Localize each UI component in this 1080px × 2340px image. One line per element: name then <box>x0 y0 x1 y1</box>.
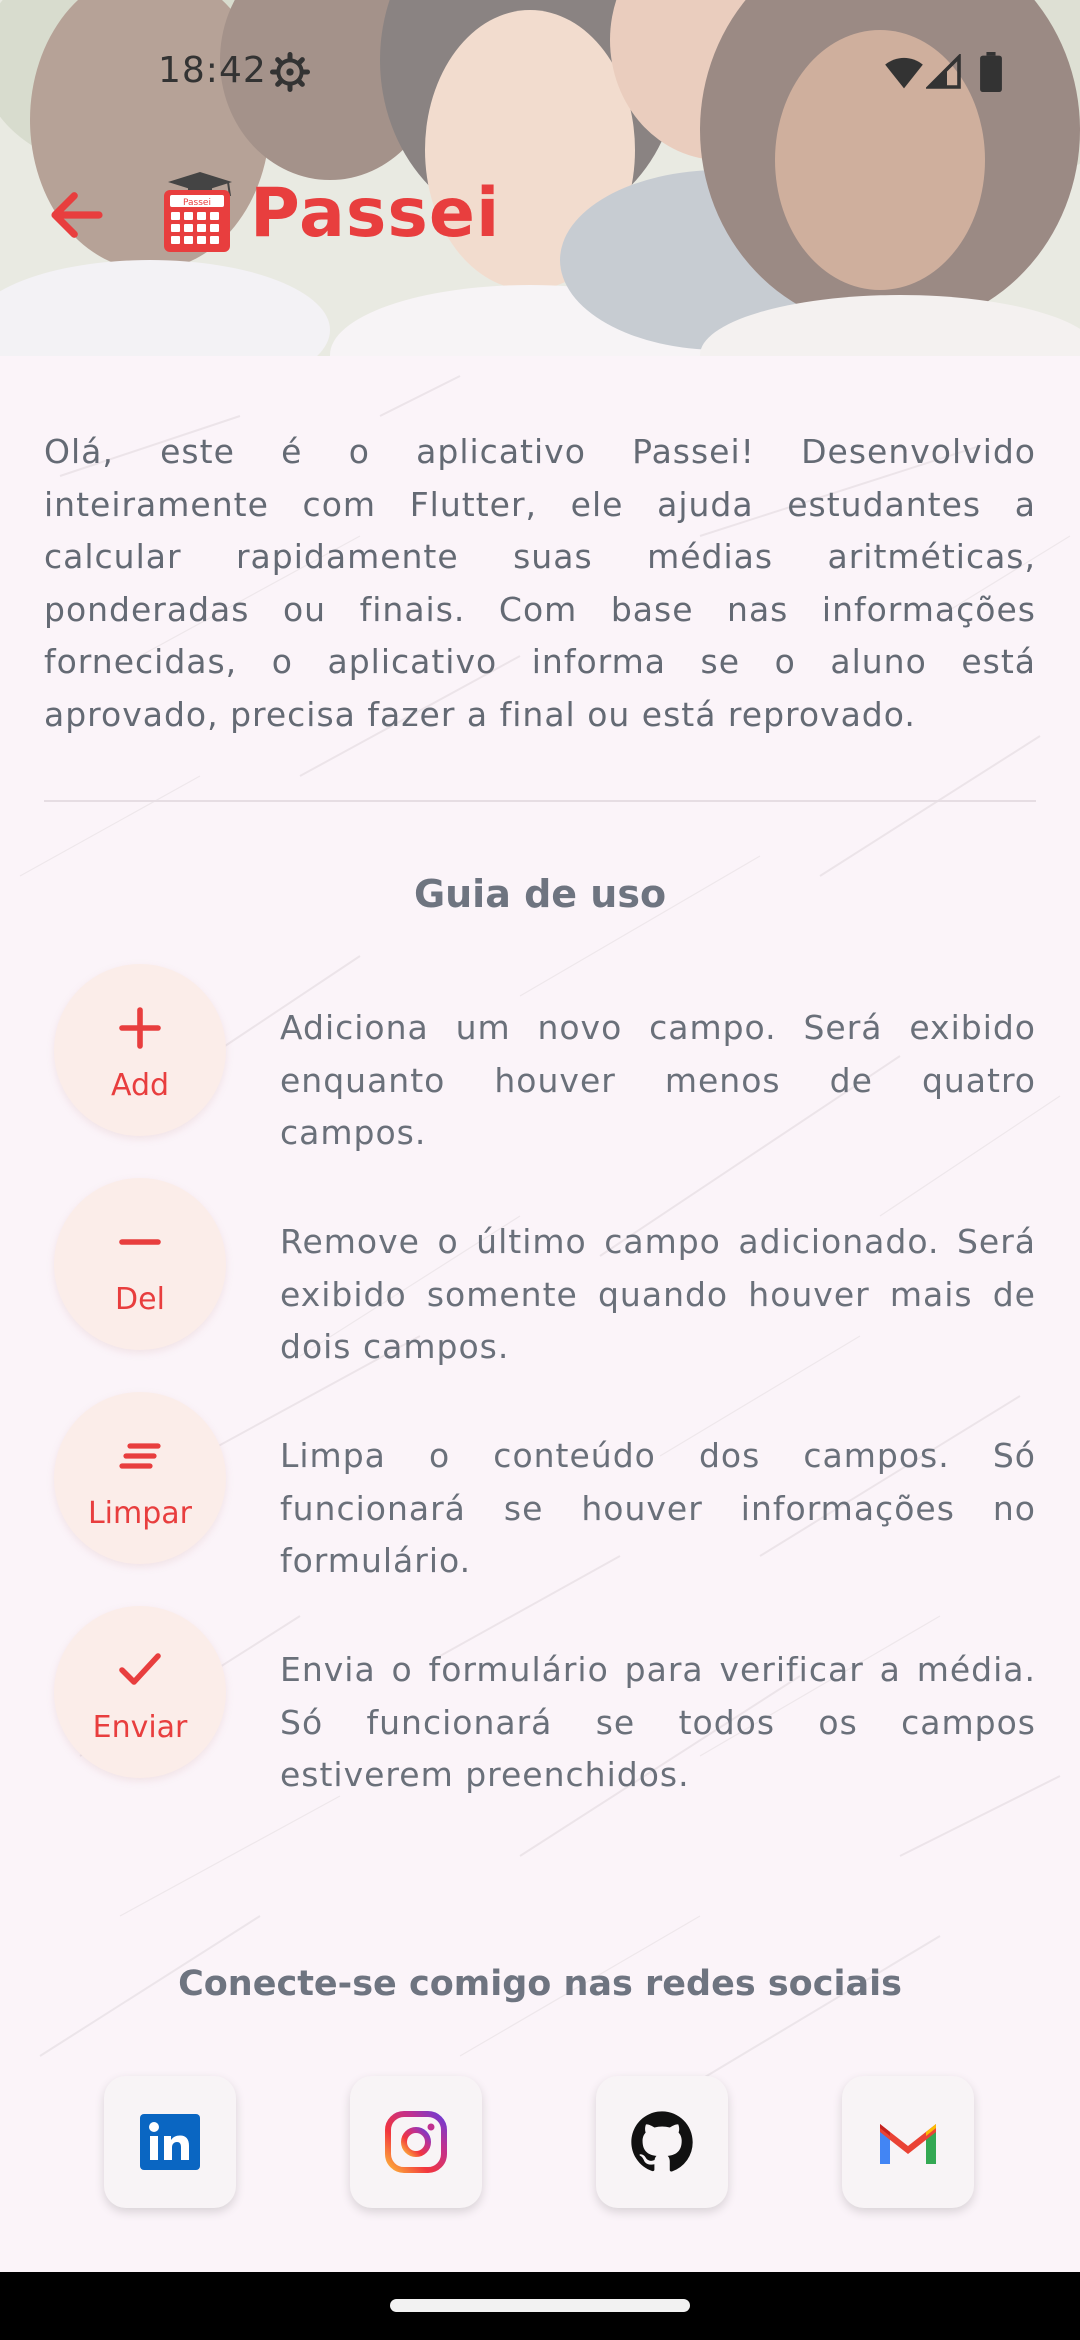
status-time: 18:42 <box>158 50 267 91</box>
cellular-signal-icon <box>926 54 961 89</box>
plus-icon <box>119 1007 161 1049</box>
settings-gear-icon <box>270 52 310 92</box>
arrow-back-icon[interactable] <box>44 182 110 248</box>
guide-item-add: Add Adiciona um novo campo. Será exibido… <box>0 964 1080 1152</box>
add-button-label: Add <box>110 1068 170 1103</box>
header-banner: 18:42 Passei Passei <box>0 0 1080 356</box>
check-icon <box>119 1653 161 1685</box>
app-title: Passei <box>250 174 501 253</box>
battery-icon <box>980 52 1002 92</box>
wifi-icon <box>885 57 923 89</box>
gmail-icon <box>880 2124 936 2164</box>
clear-button-label: Limpar <box>87 1496 193 1531</box>
github-icon <box>631 2111 693 2172</box>
guide-item-description: Adiciona um novo campo. Será exibido enq… <box>280 1008 1036 1152</box>
minus-icon <box>119 1239 161 1245</box>
instagram-button[interactable] <box>350 2076 482 2208</box>
status-bar: 18:42 <box>0 40 1080 104</box>
linkedin-icon <box>140 2114 200 2170</box>
guide-item-description: Remove o último campo adicionado. Será e… <box>280 1222 1036 1366</box>
guide-item-limpar: Limpar Limpa o conteúdo dos campos. Só f… <box>0 1392 1080 1580</box>
guide-item-enviar: Enviar Envia o formulário para verificar… <box>0 1606 1080 1794</box>
guide-item-description: Envia o formulário para verificar a médi… <box>280 1650 1036 1794</box>
guide-item-description: Limpa o conteúdo dos campos. Só funciona… <box>280 1436 1036 1580</box>
home-gesture-handle[interactable] <box>390 2299 690 2312</box>
linkedin-button[interactable] <box>104 2076 236 2208</box>
main-content: Olá, este é o aplicativo Passei! Desenvo… <box>0 356 1080 2272</box>
gmail-button[interactable] <box>842 2076 974 2208</box>
divider <box>44 800 1036 802</box>
github-button[interactable] <box>596 2076 728 2208</box>
submit-button-label: Enviar <box>92 1710 188 1745</box>
system-navigation-bar <box>0 2272 1080 2340</box>
instagram-icon <box>385 2111 447 2173</box>
guide-item-del: Del Remove o último campo adicionado. Se… <box>0 1178 1080 1366</box>
add-button[interactable]: Add <box>54 964 226 1136</box>
calculator-graduation-cap-icon: Passei <box>164 172 232 252</box>
guide-title: Guia de uso <box>413 872 667 916</box>
submit-button[interactable]: Enviar <box>54 1606 226 1778</box>
social-title: Conecte-se comigo nas redes sociais <box>178 1964 902 2004</box>
intro-paragraph: Olá, este é o aplicativo Passei! Desenvo… <box>44 432 1036 734</box>
delete-button[interactable]: Del <box>54 1178 226 1350</box>
clear-button[interactable]: Limpar <box>54 1392 226 1564</box>
logo-text: Passei <box>183 198 211 208</box>
delete-button-label: Del <box>115 1282 165 1317</box>
clear-all-icon <box>119 1443 161 1469</box>
